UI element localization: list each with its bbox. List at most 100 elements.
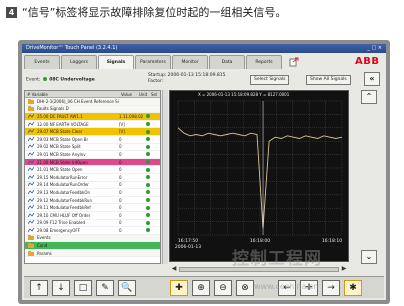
- signal-select-checkbox[interactable]: [143, 205, 153, 210]
- show-all-signals-button[interactable]: Show All Signals: [306, 75, 351, 85]
- window-titlebar: DriveMonitor™ Touch Panel (3.2.4.1) _ □ …: [22, 44, 386, 53]
- tab-monitor[interactable]: Monitor: [172, 55, 208, 69]
- signal-row[interactable]: 29.15 ModulatorRunError 0: [25, 174, 160, 182]
- signal-select-checkbox[interactable]: [143, 220, 153, 225]
- signal-row[interactable]: 21.01 MCB State Open 0: [25, 166, 160, 174]
- event-meta: Startup: 2006-01-13 15:18:09.815 Factor:: [148, 73, 225, 85]
- col-unit[interactable]: Unit: [137, 91, 149, 97]
- window-title: DriveMonitor™ Touch Panel (3.2.4.1): [26, 45, 118, 51]
- collapse-left-icon[interactable]: «: [364, 72, 380, 86]
- signal-row[interactable]: 29.08 EmergencyOFF 0: [25, 227, 160, 235]
- zoom-out-button[interactable]: ⊖: [214, 280, 232, 296]
- signal-value: 0: [119, 136, 122, 142]
- event-status-icon: [42, 77, 47, 81]
- window-controls[interactable]: _ □ ×: [367, 44, 382, 53]
- col-value[interactable]: Value: [119, 91, 137, 97]
- signal-row[interactable]: 29.10 CMU HLUF Off Order 0: [25, 212, 160, 220]
- signal-select-checkbox[interactable]: [143, 182, 153, 187]
- signal-name: 29.02 MCB State Split: [37, 144, 81, 150]
- signal-select-checkbox[interactable]: [143, 152, 153, 157]
- signal-row[interactable]: 29.02 MCB State Split 0: [25, 144, 160, 152]
- status-dot-icon: [146, 198, 150, 203]
- chart-canvas[interactable]: 16:17:50 16:18:00 16:18:102006-01-13: [170, 91, 348, 261]
- signal-row[interactable]: Faults Signals D: [25, 105, 160, 114]
- signal-select-checkbox[interactable]: [143, 114, 153, 119]
- tab-events[interactable]: Events: [24, 55, 60, 69]
- signal-icon: [25, 220, 37, 225]
- signal-icon: [25, 182, 37, 187]
- signal-row[interactable]: Cond: [25, 242, 160, 250]
- signal-row[interactable]: 29.09 F12 Trise Enabled 0: [25, 220, 160, 228]
- edit-button[interactable]: ✎: [96, 280, 114, 296]
- signal-select-checkbox[interactable]: [143, 213, 153, 218]
- signal-name: Cond: [37, 243, 48, 249]
- signal-select-checkbox[interactable]: [143, 144, 153, 149]
- move-down-button[interactable]: ↓: [52, 280, 70, 296]
- signal-row[interactable]: Events: [25, 234, 160, 243]
- cursor-readout: X = 2006-01-13 15:18:09.828 Y = 8127.000…: [198, 92, 290, 97]
- signal-select-checkbox[interactable]: [143, 129, 153, 134]
- move-up-button[interactable]: ↑: [30, 280, 48, 296]
- signal-icon: [25, 121, 37, 127]
- tab-parameters[interactable]: Parameters: [135, 55, 171, 69]
- signal-name: 29.11 ModulatorFeedbkRef: [37, 205, 91, 211]
- select-signals-button[interactable]: Select Signals: [250, 75, 290, 85]
- signal-value: 0: [119, 159, 122, 165]
- zoom-fit-button[interactable]: ⊗: [236, 280, 254, 296]
- tab-reports[interactable]: Reports: [246, 55, 282, 69]
- signal-row[interactable]: 29.12 ModulatorFeedbkRun 0: [25, 197, 160, 205]
- signal-value: 0: [119, 212, 122, 218]
- signal-select-checkbox[interactable]: [143, 190, 153, 195]
- signal-list-scrollbar[interactable]: [162, 90, 168, 264]
- select-box-button[interactable]: □: [74, 280, 92, 296]
- abb-logo: ABB: [355, 56, 380, 67]
- signal-row[interactable]: 29.07 MCB State Clear [V]: [25, 128, 160, 136]
- status-dot-icon: [146, 220, 150, 225]
- signal-select-checkbox[interactable]: [143, 175, 153, 180]
- scroll-bottom-icon[interactable]: ⌄: [361, 250, 377, 264]
- signal-row[interactable]: 25.00 DC FAULT AW1.1 1.11.008.021: [25, 113, 160, 121]
- signal-name: 29.10 CMU HLUF Off Order: [37, 212, 91, 218]
- timeline-right-icon[interactable]: ▶: [339, 265, 349, 273]
- x-tick-label: 16:17:50: [178, 238, 198, 244]
- signal-row[interactable]: 21.00 MCB State IrdOpen 0: [25, 158, 160, 167]
- crosshair-button[interactable]: ✚: [170, 280, 188, 296]
- signal-icon: [25, 212, 37, 218]
- signal-select-checkbox[interactable]: [143, 160, 153, 165]
- scroll-top-icon[interactable]: ⌃: [361, 90, 377, 104]
- signal-row[interactable]: 29.01 MCB State AnyInv 0: [25, 151, 160, 159]
- tab-signals[interactable]: Signals: [98, 55, 134, 69]
- signal-row[interactable]: 29.13 ModulatorFeedbkOn 0: [25, 189, 160, 197]
- signal-row[interactable]: Params: [25, 249, 160, 258]
- tab-loggers[interactable]: Loggers: [61, 55, 97, 69]
- signal-value: 0: [119, 144, 122, 150]
- signal-chart[interactable]: 16:17:50 16:18:00 16:18:10 2006-01-13 X = 2…: [169, 90, 349, 262]
- export-icon[interactable]: [289, 57, 299, 67]
- signal-select-checkbox[interactable]: [143, 198, 153, 203]
- signal-select-checkbox[interactable]: [143, 167, 153, 172]
- signal-select-checkbox[interactable]: [143, 122, 153, 127]
- signal-row[interactable]: 29.11 ModulatorFeedbkRef 0: [25, 204, 160, 212]
- signal-name: 29.01 MCB State AnyInv: [37, 151, 86, 157]
- note-button[interactable]: ✱: [344, 280, 362, 296]
- status-dot-icon: [146, 160, 150, 165]
- tab-data[interactable]: Data: [209, 55, 245, 69]
- signal-select-checkbox[interactable]: [143, 228, 153, 233]
- panel-screen: DriveMonitor™ Touch Panel (3.2.4.1) _ □ …: [22, 44, 386, 300]
- timeline-left-icon[interactable]: ◀: [169, 265, 179, 273]
- folder-icon: [25, 106, 37, 112]
- col-variable[interactable]: # Variable: [25, 91, 119, 97]
- signal-list-header: # Variable Value Unit Sel: [25, 91, 160, 98]
- signal-select-checkbox[interactable]: [143, 137, 153, 142]
- col-select[interactable]: Sel: [149, 91, 159, 97]
- zoom-in-button[interactable]: ⊕: [192, 280, 210, 296]
- signal-value: 0: [119, 220, 122, 226]
- figure-caption: 4 “信号”标签将显示故障排除复位时起的一组相关信号。: [6, 4, 398, 20]
- signal-row[interactable]: 29.03 MCB State Open Br 0: [25, 136, 160, 144]
- signal-row[interactable]: 29.14 ModulatorRunOrder 0: [25, 182, 160, 190]
- caption-number: 4: [6, 6, 17, 18]
- search-button[interactable]: 🔍: [118, 280, 136, 296]
- signal-row[interactable]: 12.00 NF EARTH VOLTAGE [V]: [25, 121, 160, 129]
- pan-right-button[interactable]: →: [322, 280, 340, 296]
- signal-row[interactable]: DHI-2-1(2006)_06 CH Event Reference Sign…: [25, 98, 160, 106]
